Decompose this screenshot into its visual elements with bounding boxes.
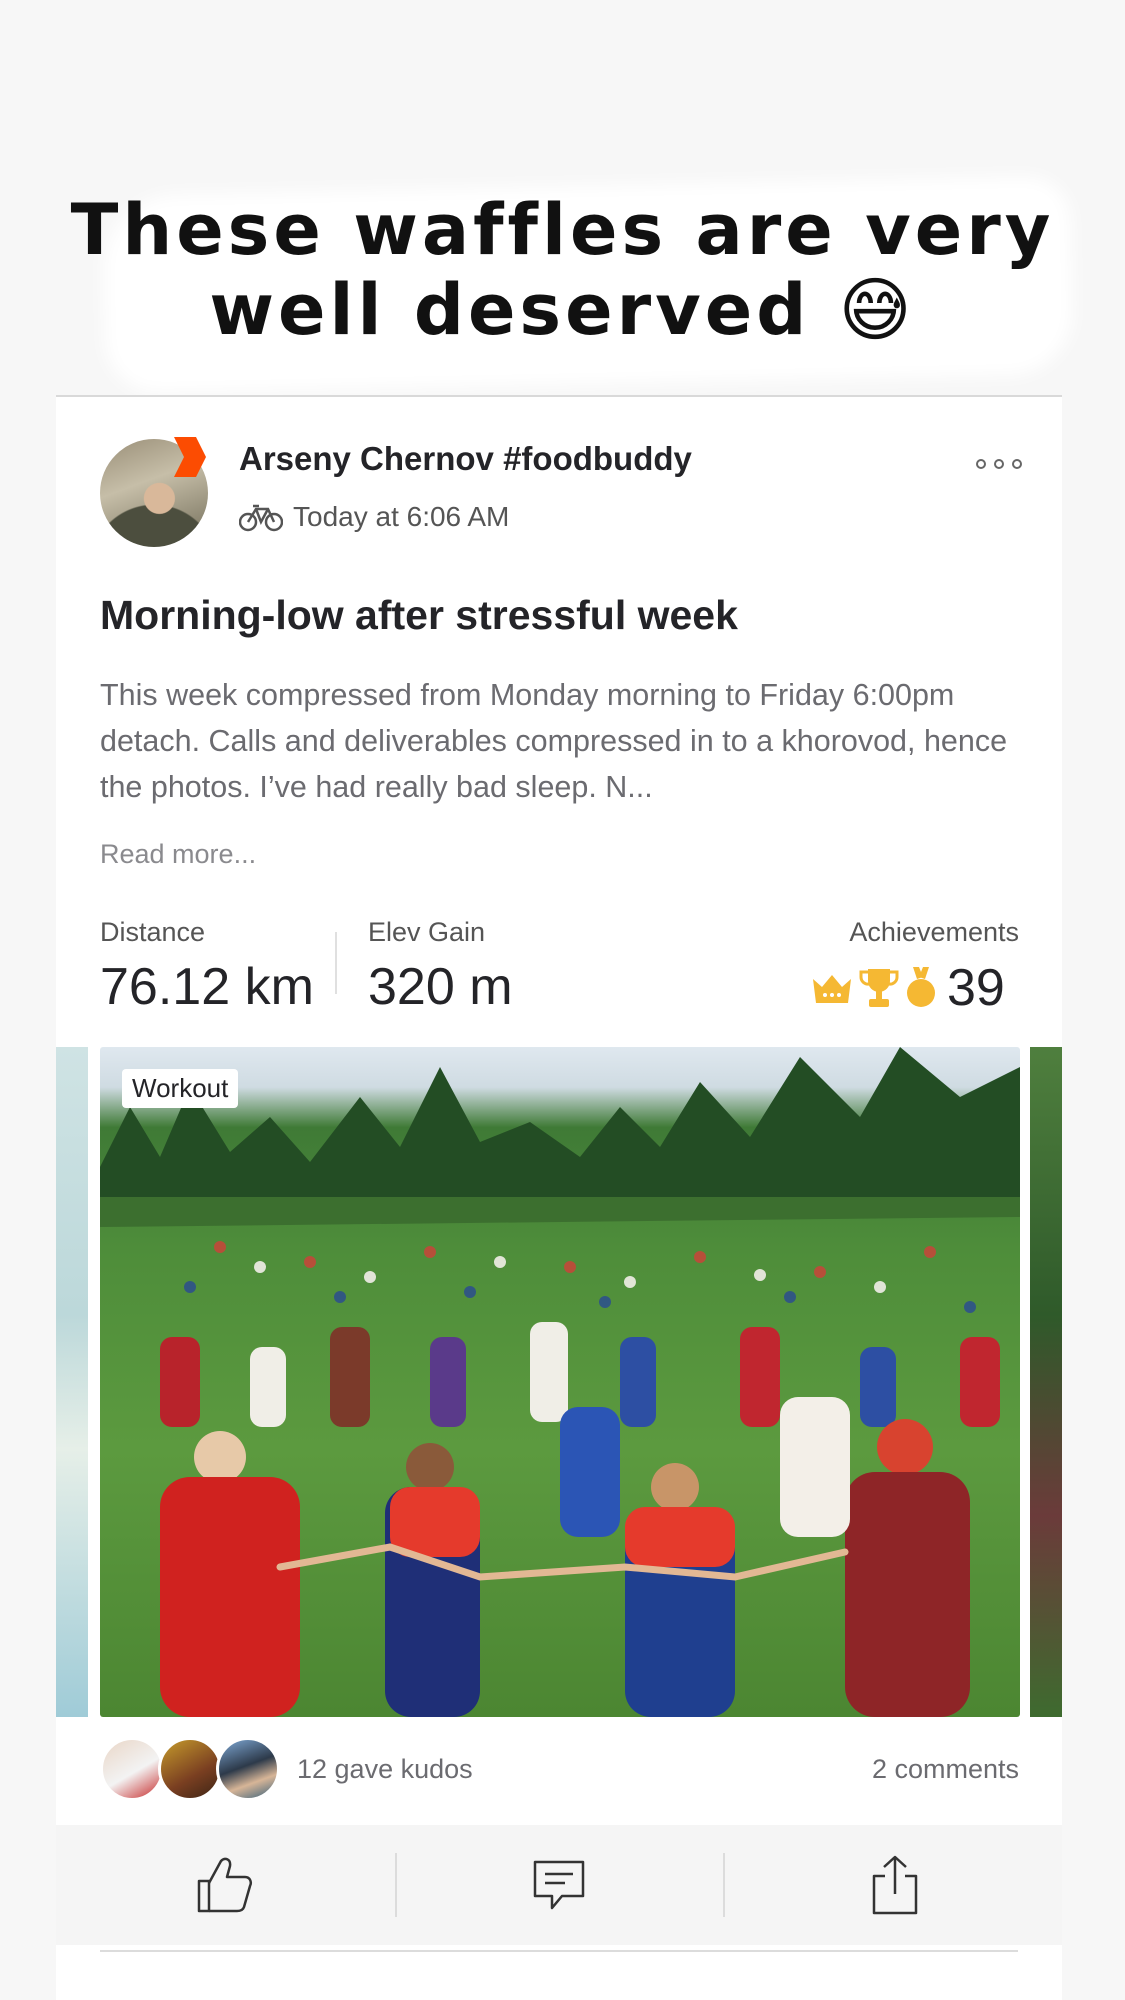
bicycle-icon <box>239 504 283 532</box>
activity-timestamp: Today at 6:06 AM <box>293 501 510 532</box>
medal-icon <box>907 967 935 1007</box>
previous-media-peek[interactable] <box>56 1047 88 1717</box>
kudos-button[interactable] <box>56 1825 391 1945</box>
more-options-button[interactable] <box>976 452 1022 476</box>
activity-title[interactable]: Morning-low after stressful week <box>100 592 738 639</box>
subscriber-badge-icon <box>174 437 206 477</box>
comment-button[interactable] <box>391 1825 726 1945</box>
media-tag: Workout <box>122 1069 239 1108</box>
comment-icon <box>533 1860 584 1910</box>
crown-icon <box>813 975 851 1003</box>
story-caption: These waffles are very well deserved 😅 <box>70 189 1055 351</box>
read-more-link[interactable]: Read more... <box>100 839 256 870</box>
festival-photo-illustration <box>100 1047 1020 1717</box>
avatar <box>100 1737 164 1801</box>
kudos-icon <box>197 1857 252 1913</box>
avatar <box>216 1737 280 1801</box>
action-divider <box>723 1853 725 1917</box>
activity-card[interactable]: Arseny Chernov #foodbuddy Today at 6:06 … <box>56 395 1062 2000</box>
stat-divider <box>335 932 337 994</box>
share-button[interactable] <box>727 1825 1062 1945</box>
achievements-summary[interactable]: 39 <box>811 959 1005 1017</box>
activity-photo[interactable]: Workout <box>100 1047 1020 1717</box>
achievements-label: Achievements <box>849 917 1019 947</box>
comments-count[interactable]: 2 comments <box>872 1754 1019 1785</box>
next-media-peek[interactable] <box>1030 1047 1062 1717</box>
distance-label: Distance <box>100 917 206 947</box>
activity-meta: Today at 6:06 AM <box>239 499 509 535</box>
action-bar <box>56 1825 1062 1945</box>
distance-value: 76.12 km <box>100 958 314 1016</box>
achievements-count: 39 <box>947 959 1005 1017</box>
elev-gain-label: Elev Gain <box>368 917 486 947</box>
author-name[interactable]: Arseny Chernov #foodbuddy <box>239 440 692 478</box>
trophy-icon <box>859 969 899 1007</box>
avatar <box>158 1737 222 1801</box>
activity-feed-screen: These waffles are very well deserved 😅 A… <box>0 0 1125 2000</box>
activity-description: This week compressed from Monday morning… <box>100 678 1008 804</box>
feed-divider <box>100 1950 1018 1952</box>
elev-gain-value: 320 m <box>368 958 513 1016</box>
share-icon <box>872 1855 917 1915</box>
kudos-count[interactable]: 12 gave kudos <box>297 1754 473 1785</box>
